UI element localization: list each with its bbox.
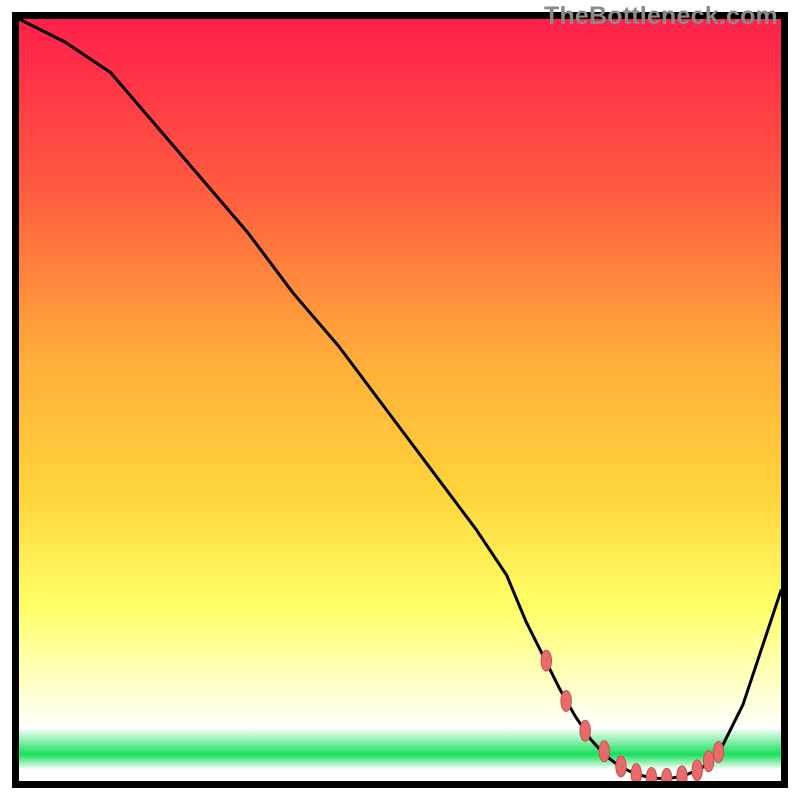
optimum-marker	[580, 720, 590, 741]
optimum-marker	[631, 764, 641, 781]
chart-container: TheBottleneck.com	[0, 0, 800, 800]
optimum-marker	[541, 650, 551, 671]
optimum-marker	[616, 756, 626, 777]
optimum-marker	[692, 760, 702, 781]
optimum-marker	[703, 751, 713, 772]
optimum-marker	[677, 766, 687, 781]
chart-border-bottom	[12, 781, 788, 788]
watermark-text: TheBottleneck.com	[544, 2, 778, 31]
optimum-marker	[599, 741, 609, 762]
optimum-marker	[646, 767, 656, 781]
optimum-marker	[561, 690, 571, 711]
gradient-background	[19, 19, 781, 781]
plot-area	[19, 19, 781, 781]
chart-border-left	[12, 12, 19, 788]
chart-svg	[19, 19, 781, 781]
optimum-marker	[713, 742, 723, 763]
chart-border-right	[781, 12, 788, 788]
